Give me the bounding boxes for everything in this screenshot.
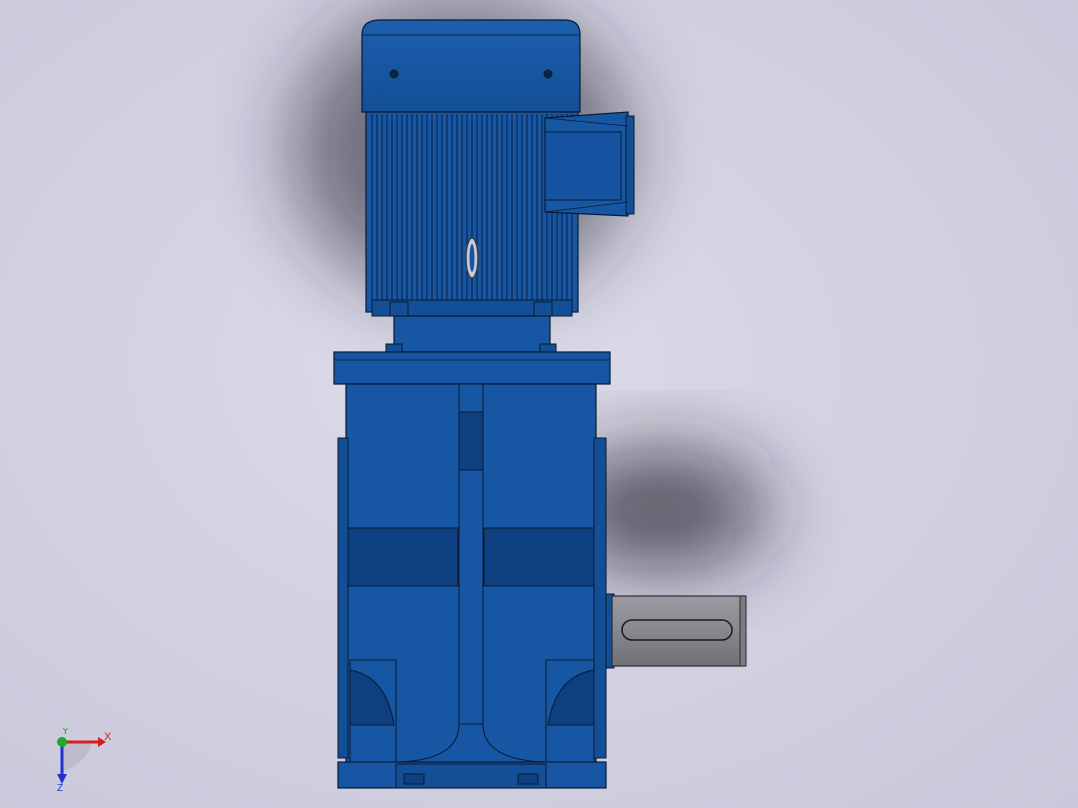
orientation-triad[interactable]: X Y Z (48, 728, 118, 792)
motor-fan-cover[interactable] (361, 19, 581, 113)
screw-icon (389, 69, 399, 79)
terminal-box[interactable] (544, 111, 635, 217)
cad-graphics-viewport[interactable]: X Y Z (0, 0, 1078, 808)
y-axis-dot (57, 737, 67, 747)
z-axis-label: Z (57, 783, 63, 792)
y-axis-label: Y (62, 728, 69, 737)
gearbox-top-plate[interactable] (333, 351, 611, 385)
gearbox-housing[interactable] (337, 383, 607, 765)
gearbox-base[interactable] (337, 761, 607, 789)
x-axis-label: X (104, 731, 112, 743)
output-shaft[interactable] (605, 593, 747, 669)
screw-icon (543, 69, 553, 79)
gearmotor-model[interactable] (0, 0, 1078, 808)
